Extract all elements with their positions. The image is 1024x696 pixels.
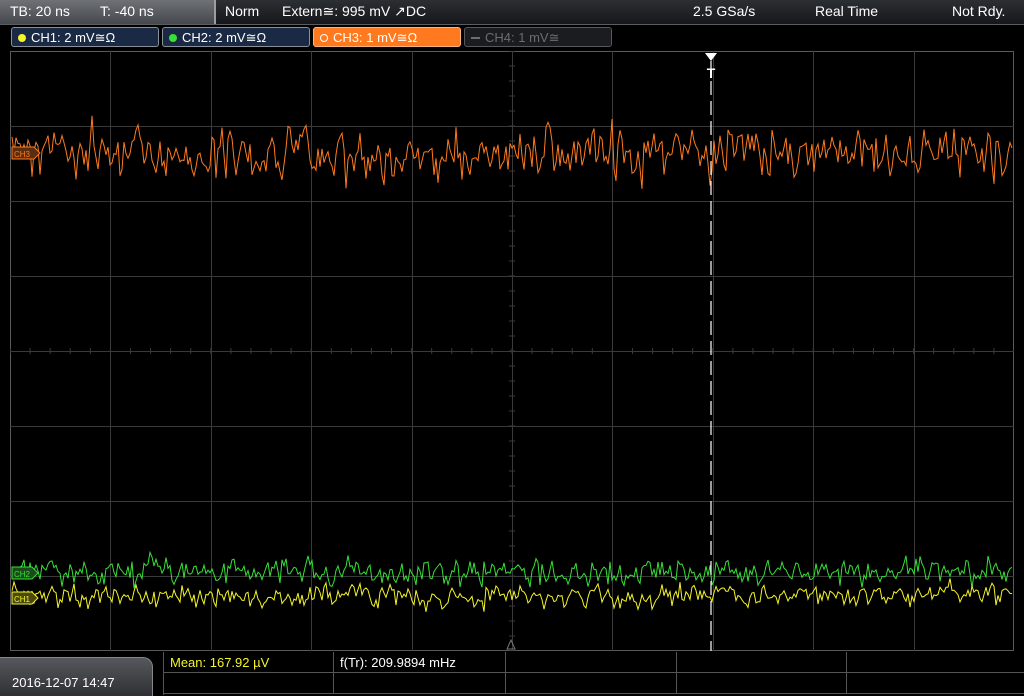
timebase-box[interactable]: TB: 20 ns T: -40 ns [0,0,216,24]
ch1-label: CH1: 2 mV≅Ω [31,30,116,45]
ch3-indicator-icon [320,34,328,42]
measurement-slot-6[interactable] [164,673,334,694]
status-bar: TB: 20 ns T: -40 ns Norm Extern≅: 995 mV… [0,0,1024,25]
measurement-slot-7[interactable] [334,673,506,694]
measurement-slot-9[interactable] [677,673,847,694]
ch2-label: CH2: 2 mV≅Ω [182,30,267,45]
trigger-mode[interactable]: Norm [225,3,259,20]
frequency-measurement[interactable]: f(Tr): 209.9894 mHz [334,652,506,673]
scope-grid: T CH3 CH2 CH1 [9,50,1014,652]
ch4-off-icon [471,37,480,39]
timebase-label: TB: 20 ns [10,3,70,19]
acquisition-mode[interactable]: Real Time [815,3,878,20]
measurement-slot-5[interactable] [847,652,1024,673]
acquisition-status: Not Rdy. [952,3,1006,19]
datetime-box[interactable]: 2016-12-07 14:47 [0,657,153,696]
ch3-label: CH3: 1 mV≅Ω [333,30,418,45]
waveform-display[interactable]: T CH3 CH2 CH1 [9,50,1014,652]
measurement-slot-4[interactable] [677,652,847,673]
tab-ch4[interactable]: CH4: 1 mV≅ [464,27,612,47]
ch3-level-marker[interactable]: CH3 [11,146,41,160]
ch3-marker-label: CH3 [14,150,31,159]
channel-tabs: CH1: 2 mV≅Ω CH2: 2 mV≅Ω CH3: 1 mV≅Ω CH4:… [0,25,1024,50]
tab-ch2[interactable]: CH2: 2 mV≅Ω [162,27,310,47]
ch2-level-marker[interactable]: CH2 [11,566,39,580]
measurement-slot-8[interactable] [506,673,677,694]
ch4-label: CH4: 1 mV≅ [485,30,560,45]
ch2-indicator-icon [169,34,177,42]
ch1-indicator-icon [18,34,26,42]
bottom-bar: 2016-12-07 14:47 Mean: 167.92 µV f(Tr): … [0,652,1024,696]
trigger-offset-label: T: -40 ns [100,3,154,19]
measurement-panel[interactable]: Mean: 167.92 µV f(Tr): 209.9894 mHz [163,652,1024,695]
ch1-marker-label: CH1 [14,595,31,604]
ch2-marker-label: CH2 [14,570,31,579]
datetime-label: 2016-12-07 14:47 [12,675,115,690]
tab-ch1[interactable]: CH1: 2 mV≅Ω [11,27,159,47]
mean-measurement[interactable]: Mean: 167.92 µV [164,652,334,673]
tab-ch3[interactable]: CH3: 1 mV≅Ω [313,27,461,47]
trigger-marker-label: T [707,65,716,81]
ch1-level-marker[interactable]: CH1 [11,591,39,605]
measurement-slot-3[interactable] [506,652,677,673]
trigger-source[interactable]: Extern≅: 995 mV ↗DC [282,3,426,20]
measurement-slot-10[interactable] [847,673,1024,694]
sample-rate[interactable]: 2.5 GSa/s [693,3,755,20]
